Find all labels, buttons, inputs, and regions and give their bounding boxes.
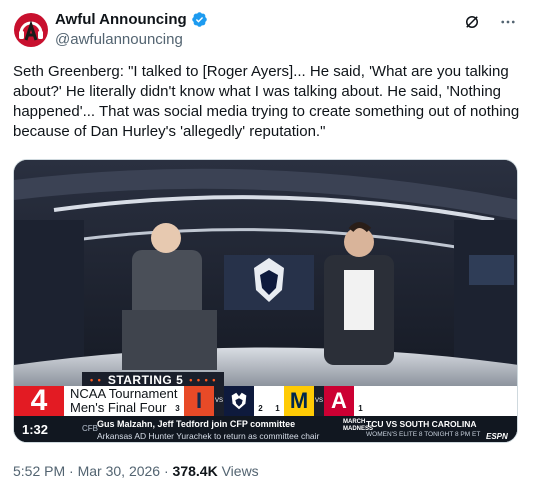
- ticker-headline: Gus Malzahn, Jeff Tedford join CFP commi…: [97, 419, 296, 429]
- graphic-title-text: STARTING 5: [107, 372, 184, 387]
- event-line-2: Men's Final Four: [70, 400, 167, 415]
- ticker-subheadline: Arkansas AD Hunter Yurachek to return as…: [97, 431, 320, 441]
- team-seed: 2: [255, 403, 266, 414]
- meta-separator: ·: [163, 463, 173, 479]
- team-mark: M: [289, 388, 309, 413]
- author-handle[interactable]: @awfulannouncing: [55, 31, 183, 48]
- awful-announcing-logo-icon: [13, 12, 49, 48]
- team-mark: I: [195, 388, 203, 413]
- team-seed: 1: [355, 403, 366, 414]
- team-seed: 1: [272, 403, 283, 414]
- vs-label: VS: [314, 386, 324, 416]
- author-name-row: Awful Announcing: [55, 11, 208, 28]
- rank-number: 4: [14, 386, 64, 416]
- final-four-matchups: I 3 VS 2 M 1 VS A 1: [172, 386, 366, 416]
- team-seed: 3: [172, 403, 183, 414]
- ticker-game-line: TCU VS SOUTH CAROLINA: [366, 419, 477, 429]
- game-clock: 1:32: [22, 422, 49, 437]
- tweet-time[interactable]: 5:52 PM: [13, 463, 65, 479]
- tweet-top-actions: [462, 12, 518, 32]
- title-dots-left: • •: [90, 374, 102, 385]
- event-line-1: NCAA Tournament: [70, 386, 178, 401]
- views-label: Views: [221, 463, 259, 479]
- starting-five-graphic-title: • • STARTING 5 • • • •: [82, 372, 225, 387]
- march-madness-tag: MARCH MADNESS: [343, 419, 374, 432]
- author-avatar[interactable]: [13, 12, 49, 48]
- ticker-category: CFB: [82, 424, 98, 433]
- event-title: NCAA Tournament Men's Final Four: [70, 387, 177, 415]
- tweet-date[interactable]: Mar 30, 2026: [78, 463, 161, 479]
- husky-icon: [231, 392, 247, 410]
- michigan-logo: M 1: [272, 386, 314, 416]
- more-options-icon[interactable]: [498, 12, 518, 32]
- verified-badge-icon[interactable]: [191, 11, 208, 28]
- espn-network-logo: ESPN: [486, 432, 508, 441]
- ticker-game-detail: WOMEN'S ELITE 8 TONIGHT 8 PM ET: [366, 431, 481, 438]
- uconn-logo: 2: [224, 386, 266, 416]
- tweet-meta: 5:52 PM · Mar 30, 2026 · 378.4K Views: [13, 463, 259, 479]
- title-dots-right: • • • •: [189, 374, 217, 385]
- author-display-name[interactable]: Awful Announcing: [55, 11, 187, 28]
- vs-label: VS: [214, 386, 224, 416]
- meta-separator: ·: [69, 463, 78, 479]
- team-mark: A: [331, 388, 347, 413]
- views-count: 378.4K: [172, 463, 218, 479]
- arizona-logo: A 1: [324, 386, 366, 416]
- tweet-text: Seth Greenberg: "I talked to [Roger Ayer…: [13, 63, 520, 140]
- video-thumbnail[interactable]: • • STARTING 5 • • • • 4 NCAA Tournament…: [13, 159, 518, 443]
- illinois-logo: I 3: [172, 386, 214, 416]
- bottom-ticker: 1:32 CFB Gus Malzahn, Jeff Tedford join …: [14, 416, 517, 442]
- grok-icon[interactable]: [462, 12, 482, 32]
